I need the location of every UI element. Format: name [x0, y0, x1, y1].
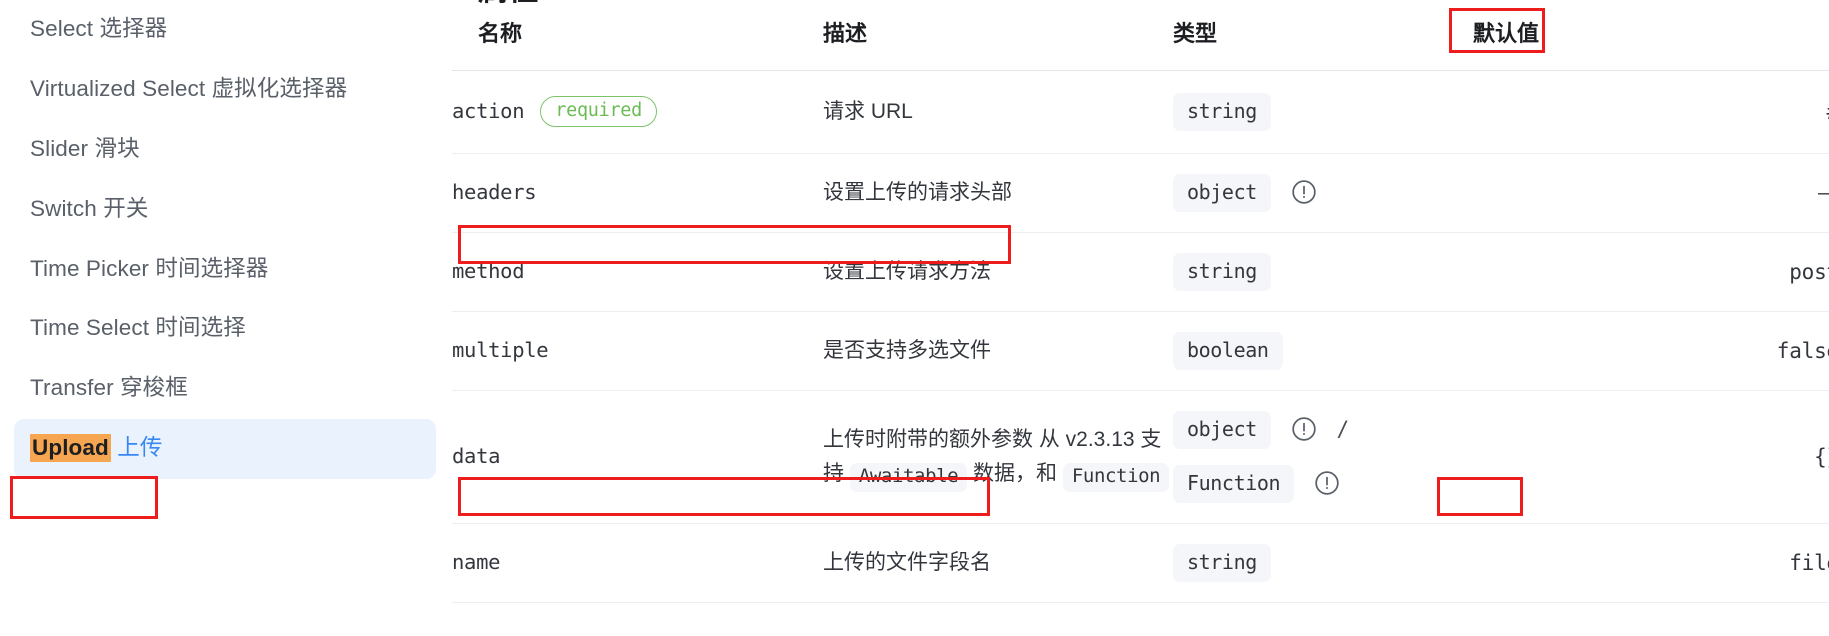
cell-property-name: data: [452, 390, 823, 524]
cell-default-value: —: [1473, 153, 1829, 233]
sidebar-navigation: Select 选择器 Virtualized Select 虚拟化选择器 Sli…: [0, 0, 452, 636]
cell-type: string: [1173, 232, 1473, 312]
table-body: action required 请求 URL string # headers 设…: [452, 70, 1829, 603]
type-chip: object: [1173, 174, 1271, 212]
property-name-headers: headers: [452, 179, 537, 204]
sidebar-item-slider[interactable]: Slider 滑块: [0, 120, 452, 180]
column-header-description: 描述: [823, 8, 1173, 71]
page-title: 属性: [452, 0, 539, 6]
description-text-part2: 数据，和: [967, 462, 1063, 485]
required-badge: required: [540, 95, 657, 128]
cell-property-name: name: [452, 523, 823, 603]
table-row: data 上传时附带的额外参数 从 v2.3.13 支持 Awaitable 数…: [452, 390, 1829, 524]
sidebar-item-label: Virtualized Select 虚拟化选择器: [30, 75, 348, 101]
cell-description: 设置上传的请求头部: [823, 153, 1173, 233]
cell-description: 上传时附带的额外参数 从 v2.3.13 支持 Awaitable 数据，和 F…: [823, 390, 1173, 524]
type-chip: string: [1173, 253, 1271, 291]
table-header: 名称 描述 类型 默认值: [452, 8, 1829, 71]
sidebar-item-label: Time Picker 时间选择器: [30, 255, 269, 281]
cell-property-name: method: [452, 232, 823, 312]
cell-description: 设置上传请求方法: [823, 232, 1173, 312]
cell-property-name: multiple: [452, 311, 823, 391]
table-header-row: 名称 描述 类型 默认值: [452, 8, 1829, 71]
cell-type: string: [1173, 523, 1473, 603]
inline-code-function: Function: [1062, 463, 1170, 492]
cell-property-name: headers: [452, 153, 823, 233]
type-chip: string: [1173, 93, 1271, 131]
sidebar-item-label: Slider 滑块: [30, 135, 140, 161]
sidebar-item-virtualized-select[interactable]: Virtualized Select 虚拟化选择器: [0, 60, 452, 120]
column-header-default: 默认值: [1473, 8, 1829, 71]
cell-default-value: post: [1473, 232, 1829, 312]
info-circle-icon[interactable]: [1291, 179, 1317, 205]
cell-type: object / Function: [1173, 390, 1473, 524]
cell-type: string: [1173, 70, 1473, 154]
type-chip: string: [1173, 544, 1271, 582]
column-header-name: 名称: [452, 8, 823, 71]
cell-description: 是否支持多选文件: [823, 311, 1173, 391]
cell-description: 上传的文件字段名: [823, 523, 1173, 603]
table-row: headers 设置上传的请求头部 object —: [452, 153, 1829, 233]
sidebar-item-label: Select 选择器: [30, 16, 168, 41]
type-second-line: Function: [1173, 465, 1473, 503]
documentation-page: Select 选择器 Virtualized Select 虚拟化选择器 Sli…: [0, 0, 1829, 636]
cell-property-name: action required: [452, 70, 823, 154]
property-name-multiple: multiple: [452, 337, 549, 362]
sidebar-item-select[interactable]: Select 选择器: [0, 0, 452, 60]
property-name-action: action: [452, 98, 525, 123]
column-header-type: 类型: [1173, 8, 1473, 71]
main-content: 属性 名称 描述 类型 默认值 action required 请求 URL: [452, 0, 1829, 636]
table-row: name 上传的文件字段名 string file: [452, 523, 1829, 603]
info-circle-icon[interactable]: [1314, 470, 1340, 496]
table-row: multiple 是否支持多选文件 boolean false: [452, 311, 1829, 391]
sidebar-item-list: Select 选择器 Virtualized Select 虚拟化选择器 Sli…: [0, 0, 452, 479]
cell-type: boolean: [1173, 311, 1473, 391]
type-chip: object: [1173, 411, 1271, 449]
property-name-method: method: [452, 258, 525, 283]
cell-default-value: file: [1473, 523, 1829, 603]
type-separator: /: [1336, 417, 1350, 441]
cell-description: 请求 URL: [823, 70, 1173, 154]
sidebar-item-time-picker[interactable]: Time Picker 时间选择器: [0, 240, 452, 300]
info-circle-icon[interactable]: [1291, 416, 1317, 442]
sidebar-item-label: Switch 开关: [30, 195, 149, 221]
sidebar-item-label: Transfer 穿梭框: [30, 375, 188, 401]
cell-default-value: {}: [1473, 390, 1829, 524]
properties-table: 名称 描述 类型 默认值 action required 请求 URL strin…: [452, 8, 1829, 603]
sidebar-item-label: Time Select 时间选择: [30, 315, 246, 341]
cell-default-value: #: [1473, 70, 1829, 154]
type-chip: boolean: [1173, 332, 1283, 370]
property-name-name: name: [452, 549, 501, 574]
table-row: method 设置上传请求方法 string post: [452, 232, 1829, 312]
type-chip-function: Function: [1173, 465, 1295, 503]
property-name-data: data: [452, 443, 501, 468]
cell-type: object: [1173, 153, 1473, 233]
search-highlight: Upload: [30, 434, 111, 463]
sidebar-item-upload[interactable]: Upload 上传: [14, 419, 436, 479]
inline-code-awaitable: Awaitable: [849, 463, 968, 492]
table-row: action required 请求 URL string #: [452, 70, 1829, 154]
sidebar-item-label: Upload 上传: [30, 419, 420, 479]
sidebar-item-label-cn: 上传: [117, 435, 163, 461]
sidebar-item-switch[interactable]: Switch 开关: [0, 180, 452, 240]
sidebar-item-transfer[interactable]: Transfer 穿梭框: [0, 359, 452, 419]
sidebar-item-time-select[interactable]: Time Select 时间选择: [0, 299, 452, 359]
cell-default-value: false: [1473, 311, 1829, 391]
